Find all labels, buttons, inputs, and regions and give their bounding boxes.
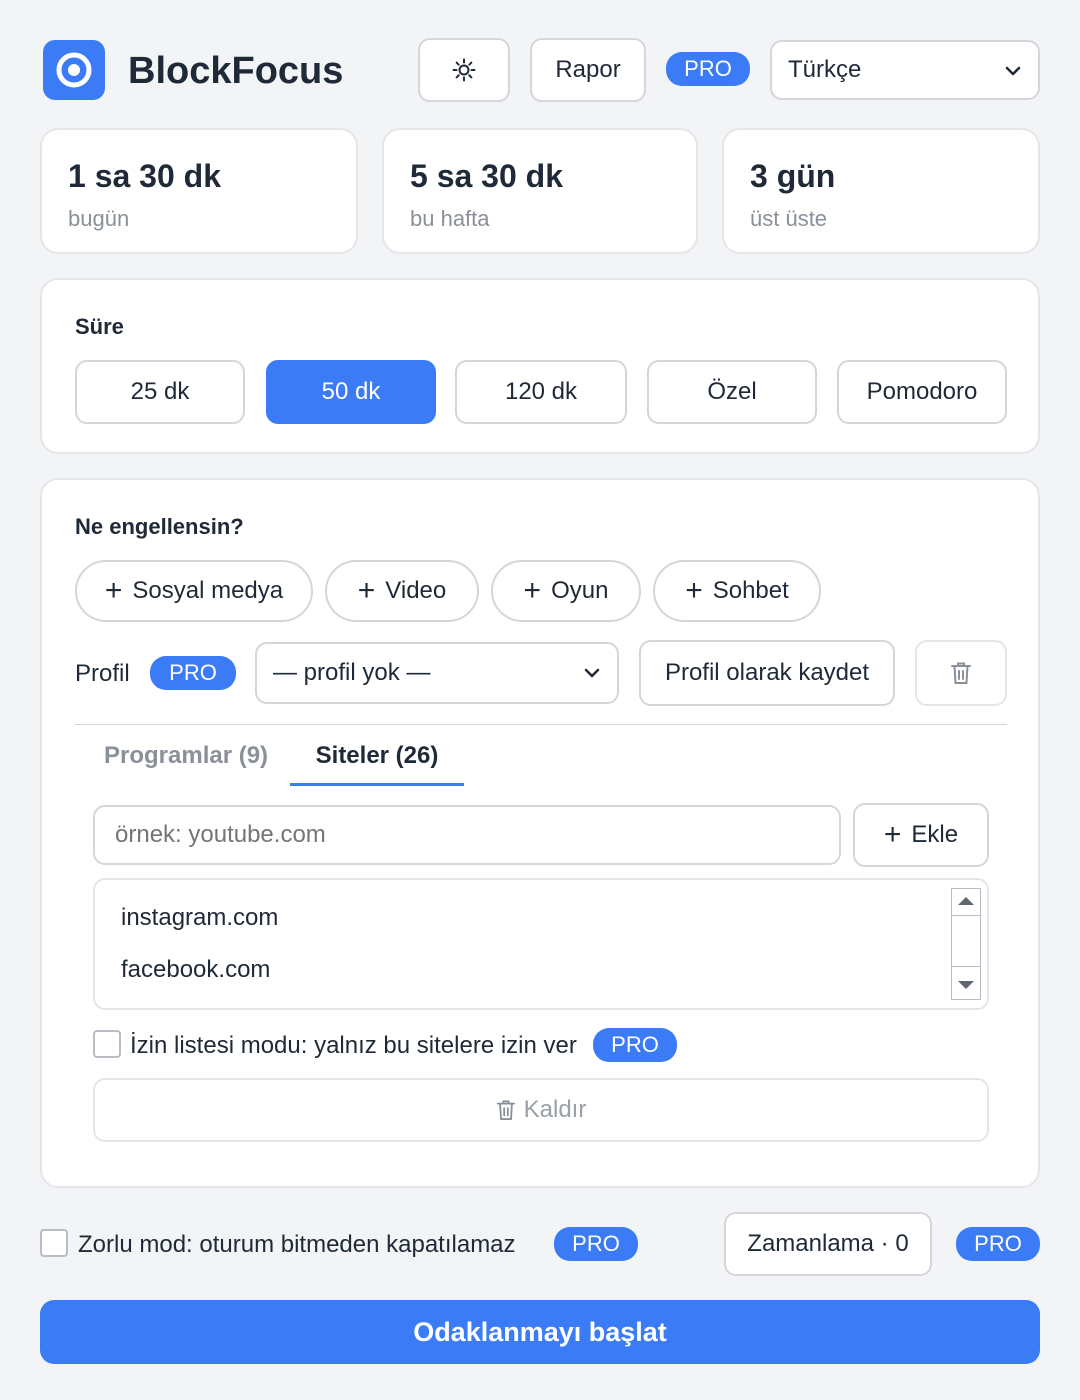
duration-custom-button[interactable]: Özel — [647, 360, 817, 424]
category-video-chip[interactable]: + Video — [325, 560, 479, 622]
duration-120-button[interactable]: 120 dk — [455, 360, 627, 424]
sun-icon — [452, 58, 476, 82]
strict-mode-checkbox[interactable] — [40, 1229, 68, 1257]
category-game-chip[interactable]: + Oyun — [491, 560, 641, 622]
list-item[interactable]: instagram.com — [121, 904, 278, 932]
trash-icon — [951, 662, 971, 684]
tab-programs[interactable]: Programlar (9) — [104, 742, 268, 770]
chip-label: Sosyal medya — [132, 577, 284, 604]
stat-card-today: 1 sa 30 dk bugün — [40, 128, 358, 254]
stat-card-week: 5 sa 30 dk bu hafta — [382, 128, 698, 254]
chip-label: Video — [385, 577, 447, 604]
remove-button[interactable]: Kaldır — [93, 1078, 989, 1142]
divider — [75, 724, 1007, 725]
language-select[interactable]: Türkçe — [770, 40, 1040, 100]
stat-card-streak: 3 gün üst üste — [722, 128, 1040, 254]
report-button[interactable]: Rapor — [530, 38, 646, 102]
plus-icon: + — [523, 574, 542, 607]
allowlist-pro-badge: PRO — [593, 1028, 677, 1062]
block-title: Ne engellensin? — [75, 514, 244, 539]
add-label: Ekle — [911, 821, 959, 848]
duration-50-button[interactable]: 50 dk — [266, 360, 436, 424]
allowlist-checkbox[interactable] — [93, 1030, 121, 1058]
trash-icon — [496, 1100, 515, 1120]
stat-label: bugün — [68, 206, 130, 231]
site-list[interactable]: instagram.com facebook.com — [93, 878, 989, 1010]
category-chat-chip[interactable]: + Sohbet — [653, 560, 821, 622]
chip-label: Sohbet — [712, 577, 789, 604]
category-social-chip[interactable]: + Sosyal medya — [75, 560, 313, 622]
stat-value: 3 gün — [750, 158, 836, 194]
stat-label: bu hafta — [410, 206, 490, 231]
scroll-up-icon[interactable] — [957, 895, 975, 907]
plus-icon: + — [883, 818, 902, 851]
stat-value: 1 sa 30 dk — [68, 158, 221, 194]
plus-icon: + — [357, 574, 376, 607]
block-card: Ne engellensin? + Sosyal medya + Video + Oy… — [40, 478, 1040, 1188]
duration-card: Süre 25 dk 50 dk 120 dk Özel Pomodoro — [40, 278, 1040, 454]
profile-pro-badge: PRO — [150, 656, 236, 690]
app-title: BlockFocus — [128, 50, 344, 92]
delete-profile-button[interactable] — [915, 640, 1007, 706]
chip-label: Oyun — [551, 577, 609, 604]
remove-label: Kaldır — [523, 1096, 587, 1123]
tab-sites[interactable]: Siteler (26) — [290, 742, 464, 786]
pro-badge: PRO — [666, 52, 750, 86]
stat-label: üst üste — [750, 206, 828, 231]
plus-icon: + — [104, 574, 123, 607]
site-input-wrapper — [93, 805, 841, 865]
save-profile-button[interactable]: Profil olarak kaydet — [639, 640, 895, 706]
strict-pro-badge: PRO — [554, 1227, 638, 1261]
schedule-pro-badge: PRO — [956, 1227, 1040, 1261]
scroll-thumb[interactable] — [952, 915, 980, 967]
chevron-down-icon — [1005, 66, 1021, 76]
profile-label: Profil — [75, 660, 130, 687]
stat-value: 5 sa 30 dk — [410, 158, 563, 194]
allowlist-label: İzin listesi modu: yalnız bu sitelere iz… — [130, 1032, 577, 1059]
target-icon — [56, 52, 92, 88]
profile-select[interactable]: — profil yok — — [255, 642, 619, 704]
language-value: Türkçe — [788, 56, 862, 83]
duration-pomodoro-button[interactable]: Pomodoro — [837, 360, 1007, 424]
schedule-button[interactable]: Zamanlama · 0 — [724, 1212, 932, 1276]
duration-25-button[interactable]: 25 dk — [75, 360, 245, 424]
chevron-down-icon — [584, 668, 600, 678]
app-logo — [43, 40, 105, 100]
strict-mode-label: Zorlu mod: oturum bitmeden kapatılamaz — [78, 1231, 516, 1258]
site-input[interactable] — [93, 805, 841, 865]
list-item[interactable]: facebook.com — [121, 956, 270, 984]
duration-title: Süre — [75, 314, 124, 339]
profile-select-value: — profil yok — — [273, 659, 431, 686]
theme-toggle-button[interactable] — [418, 38, 510, 102]
plus-icon: + — [685, 574, 703, 607]
add-site-button[interactable]: + Ekle — [853, 803, 989, 867]
scroll-down-icon[interactable] — [957, 979, 975, 991]
scrollbar[interactable] — [951, 888, 981, 1000]
start-focus-button[interactable]: Odaklanmayı başlat — [40, 1300, 1040, 1364]
